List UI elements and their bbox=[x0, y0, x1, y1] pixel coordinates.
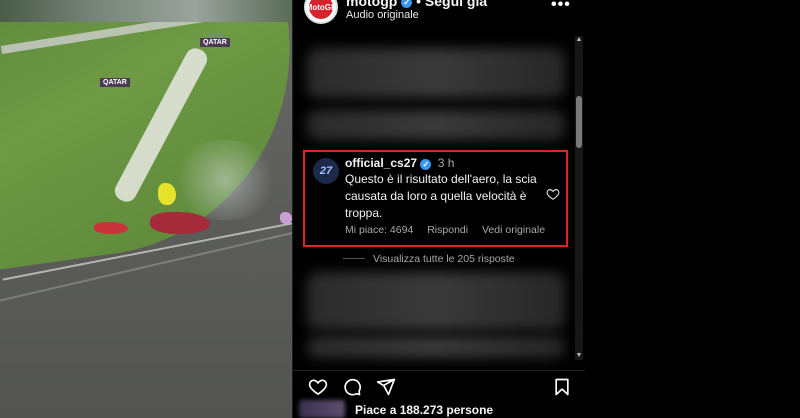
action-bar bbox=[293, 370, 586, 398]
post-header: MotoGP motogp ✓ • Segui già Audio origin… bbox=[293, 0, 586, 30]
video-player[interactable]: QATAR QATAR bbox=[0, 0, 292, 418]
verified-badge-icon: ✓ bbox=[420, 159, 432, 170]
view-replies[interactable]: Visualizza tutte le 205 risposte bbox=[343, 253, 515, 265]
account-name[interactable]: motogp bbox=[346, 0, 397, 9]
replies-divider bbox=[343, 258, 365, 259]
separator: • bbox=[416, 0, 422, 9]
heart-icon[interactable] bbox=[307, 377, 329, 397]
crash-smoke bbox=[170, 140, 280, 220]
scrollbar-thumb[interactable] bbox=[576, 96, 582, 148]
commenter-username[interactable]: official_cs27 bbox=[345, 156, 417, 170]
comment-likes[interactable]: Mi piace: 4694 bbox=[345, 224, 413, 236]
comment-header: official_cs27 ✓ 3 h bbox=[345, 156, 454, 170]
bookmark-icon[interactable] bbox=[551, 377, 573, 397]
grandstand bbox=[0, 0, 292, 22]
comment-icon[interactable] bbox=[341, 377, 363, 397]
comment-actions: Mi piace: 4694 Rispondi Vedi originale bbox=[345, 224, 556, 236]
comment-text: Questo è il risultato dell'aero, la scia… bbox=[345, 172, 537, 220]
sponsor-sign: QATAR bbox=[200, 38, 230, 47]
crashed-bikes bbox=[150, 212, 210, 234]
blurred-comment bbox=[307, 48, 565, 98]
liker-avatars bbox=[299, 400, 345, 418]
audio-label[interactable]: Audio originale bbox=[346, 9, 419, 21]
likes-count[interactable]: Piace a 188.273 persone bbox=[355, 403, 493, 417]
verified-badge-icon: ✓ bbox=[401, 0, 413, 8]
sponsor-sign: QATAR bbox=[100, 78, 130, 87]
comment-time: 3 h bbox=[437, 156, 455, 170]
highlighted-comment: 27 official_cs27 ✓ 3 h Questo è il risul… bbox=[303, 150, 568, 247]
motogp-logo-icon: MotoGP bbox=[306, 0, 336, 19]
rider-edge bbox=[280, 212, 292, 224]
scrollbar[interactable]: ▲ ▼ bbox=[575, 36, 583, 360]
likes-row: Piace a 188.273 persone bbox=[293, 400, 586, 418]
account-line: motogp ✓ • Segui già bbox=[346, 0, 487, 9]
comment-heart-icon[interactable] bbox=[546, 187, 560, 201]
scroll-up-icon[interactable]: ▲ bbox=[575, 36, 583, 44]
blurred-comment bbox=[307, 336, 565, 358]
view-replies-label: Visualizza tutte le 205 risposte bbox=[373, 253, 515, 265]
background-area bbox=[585, 0, 800, 418]
crashed-rider bbox=[94, 222, 128, 234]
more-options-icon[interactable]: ••• bbox=[551, 0, 571, 14]
commenter-avatar[interactable]: 27 bbox=[313, 158, 339, 184]
follow-status[interactable]: Segui già bbox=[425, 0, 487, 9]
rider-yellow bbox=[158, 183, 176, 205]
scroll-down-icon[interactable]: ▼ bbox=[575, 352, 583, 360]
reply-link[interactable]: Rispondi bbox=[427, 224, 468, 236]
share-icon[interactable] bbox=[375, 377, 397, 397]
see-original-link[interactable]: Vedi originale bbox=[482, 224, 545, 236]
post-panel: MotoGP motogp ✓ • Segui già Audio origin… bbox=[292, 0, 586, 418]
blurred-comment bbox=[307, 110, 565, 140]
blurred-comment bbox=[307, 272, 565, 330]
account-avatar[interactable]: MotoGP bbox=[304, 0, 338, 24]
